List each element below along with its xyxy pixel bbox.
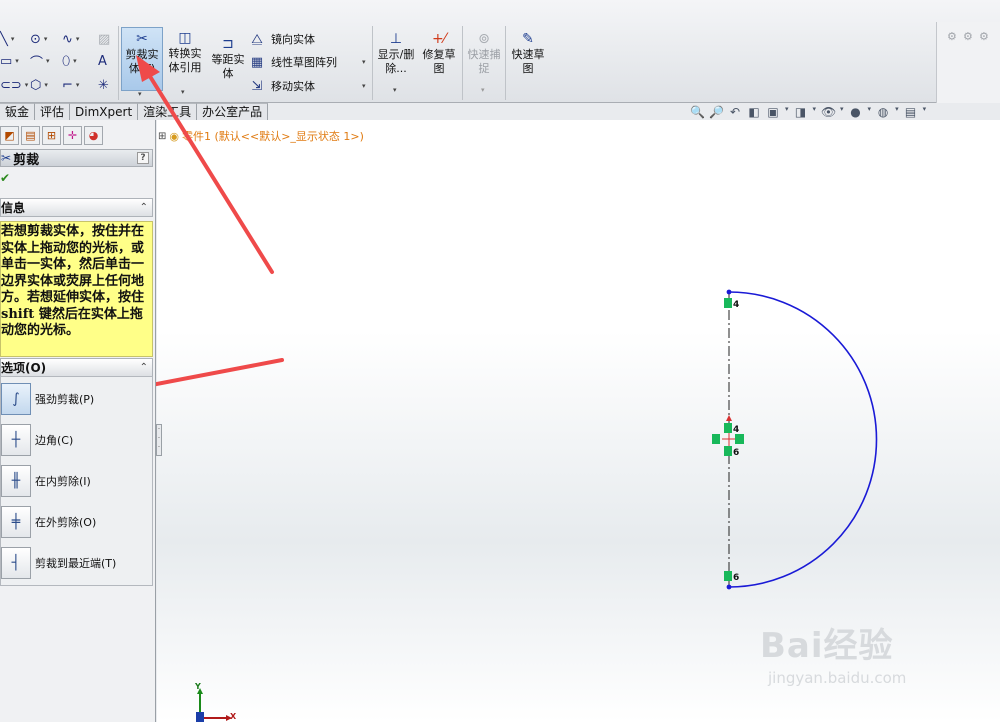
property-manager-header: ✂ 剪裁 ? [0,149,153,168]
configuration-manager-tab-icon[interactable]: ⊞ [42,126,61,145]
relation-marker[interactable] [724,423,732,433]
relation-marker[interactable] [724,298,732,308]
message-box: 若想剪裁实体，按住并在实体上拖动您的光标，或单击一实体，然后单击一边界实体或荧屏… [0,221,153,357]
display-manager-tab-icon[interactable]: ◕ [84,126,103,145]
power-trim-icon: ∫ [1,383,31,415]
option-power-trim[interactable]: ∫ 强劲剪裁(P) [1,380,154,418]
triad-x-label: X [230,712,237,721]
watermark-url: jingyan.baidu.com [768,669,907,687]
message-text: 若想剪裁实体，按住并在实体上拖动您的光标，或单击一实体，然后单击一边界实体或荧屏… [1,224,145,338]
message-header-label: 信息 [1,201,26,215]
trim-inside-icon: ╫ [1,465,31,497]
sketch-arc[interactable] [728,291,878,588]
panel-splitter-handle[interactable]: · · · [156,424,162,456]
relation-label: 6 [733,573,739,583]
dimxpert-manager-tab-icon[interactable]: ✛ [63,126,82,145]
option-label: 边角(C) [35,434,74,447]
manager-tabs: ◩ ▤ ⊞ ✛ ◕ [0,126,103,145]
options-header-label: 选项(O) [1,361,47,375]
triad-y-label: Y [195,682,201,691]
origin-arrow [726,415,732,421]
option-label: 在外剪除(O) [35,516,97,529]
trim-outside-icon: ╪ [1,506,31,538]
feature-manager-tab-icon[interactable]: ◩ [0,126,19,145]
relation-marker[interactable] [735,434,744,444]
trim-icon: ✂ [1,151,12,165]
collapse-chevron-icon[interactable]: ⌃ [140,362,148,373]
relation-marker[interactable] [724,571,732,581]
relation-label: 4 [733,300,739,310]
relation-label: 6 [733,448,739,458]
annotation-arrowhead [136,55,160,82]
options-section-header[interactable]: 选项(O) ⌃ [0,358,153,377]
options-panel: ∫ 强劲剪裁(P) ┼ 边角(C) ╫ 在内剪除(I) ╪ 在外剪除(O) ┤ … [0,376,153,586]
page-title: 剪裁 [13,152,40,168]
ok-check-icon[interactable]: ✔ [0,171,10,185]
arc-endpoint-bottom[interactable] [726,584,732,590]
property-manager-tab-icon[interactable]: ▤ [21,126,40,145]
watermark-logo: Bai经验 [760,626,894,666]
option-label: 强劲剪裁(P) [35,393,95,406]
option-trim-away-inside[interactable]: ╫ 在内剪除(I) [1,462,154,500]
relation-marker[interactable] [724,446,732,456]
option-trim-away-outside[interactable]: ╪ 在外剪除(O) [1,503,154,541]
triad-z-axis [196,712,204,722]
option-label: 剪裁到最近端(T) [35,557,117,570]
annotation-arrow-shaft [144,68,274,274]
property-manager: ◩ ▤ ⊞ ✛ ◕ ✂ 剪裁 ? ✔ 信息 ⌃ 若想剪裁实体，按住并在实体上拖动… [0,120,156,722]
watermark: Bai经验 jingyan.baidu.com [760,618,960,687]
option-label: 在内剪除(I) [35,475,91,488]
corner-icon: ┼ [1,424,31,456]
help-icon[interactable]: ? [137,152,149,164]
message-section-header[interactable]: 信息 ⌃ [0,198,153,217]
relation-marker[interactable] [712,434,720,444]
collapse-chevron-icon[interactable]: ⌃ [140,202,148,213]
option-corner[interactable]: ┼ 边角(C) [1,421,154,459]
relation-label: 4 [733,425,739,435]
option-trim-to-closest[interactable]: ┤ 剪裁到最近端(T) [1,544,154,582]
arc-endpoint-top[interactable] [726,289,732,295]
trim-closest-icon: ┤ [1,547,31,579]
